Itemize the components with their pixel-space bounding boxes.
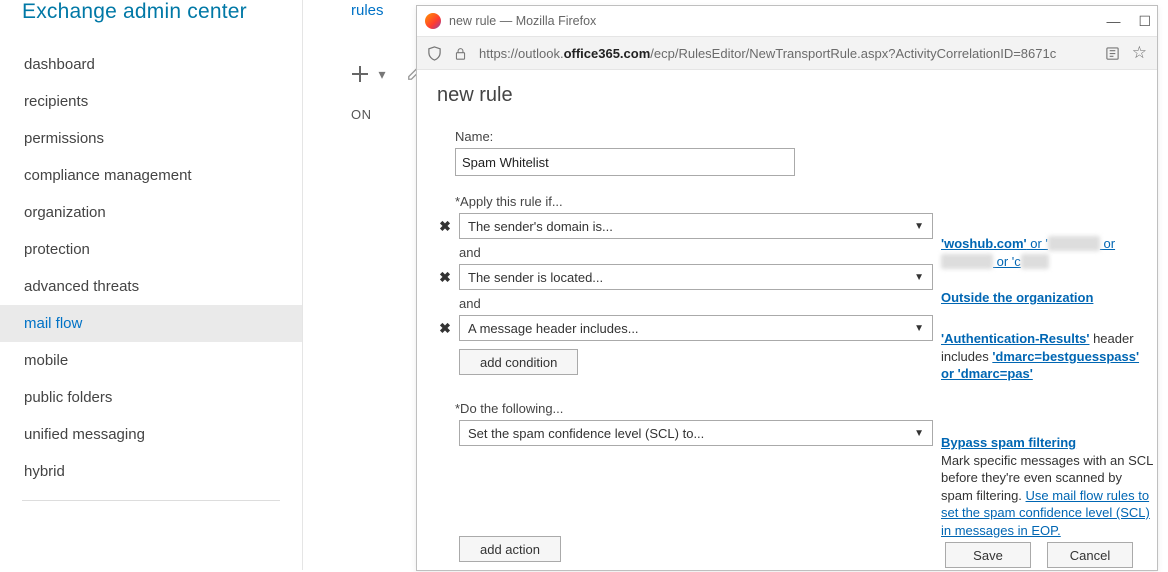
remove-condition-3[interactable]: ✖ [437, 320, 453, 337]
shield-icon [427, 46, 442, 61]
sidebar-item-organization[interactable]: organization [22, 194, 302, 231]
sidebar-item-permissions[interactable]: permissions [22, 120, 302, 157]
bypass-spam-link[interactable]: Bypass spam filtering [941, 435, 1076, 450]
chevron-down-icon[interactable]: ▾ [373, 65, 391, 83]
condition-3-dropdown[interactable]: A message header includes...▼ [459, 315, 933, 341]
address-bar[interactable]: https://outlook.office365.com/ecp/RulesE… [417, 36, 1157, 70]
add-icon[interactable] [351, 65, 369, 83]
remove-condition-2[interactable]: ✖ [437, 269, 453, 286]
sidebar-item-advanced-threats[interactable]: advanced threats [22, 268, 302, 305]
bookmark-star-icon[interactable]: ☆ [1132, 43, 1147, 63]
apply-if-label: *Apply this rule if... [455, 194, 1137, 209]
condition-2-value[interactable]: Outside the organization [941, 289, 1093, 307]
sidebar-item-public-folders[interactable]: public folders [22, 379, 302, 416]
url-text: https://outlook.office365.com/ecp/RulesE… [479, 46, 1093, 61]
chevron-down-icon: ▼ [914, 272, 924, 283]
eac-title: Exchange admin center [22, 0, 302, 24]
window-title: new rule — Mozilla Firefox [449, 14, 1106, 28]
sidebar-item-recipients[interactable]: recipients [22, 83, 302, 120]
window-minimize[interactable]: — [1106, 13, 1120, 30]
rule-name-input[interactable] [455, 148, 795, 176]
action-1-description: Bypass spam filtering Mark specific mess… [941, 434, 1153, 539]
action-1-dropdown[interactable]: Set the spam confidence level (SCL) to..… [459, 420, 933, 446]
condition-3-value[interactable]: 'Authentication-Results' header includes… [941, 330, 1153, 383]
condition-2-dropdown[interactable]: The sender is located...▼ [459, 264, 933, 290]
window-titlebar: new rule — Mozilla Firefox — ☐ [417, 6, 1157, 36]
sidebar-item-mobile[interactable]: mobile [22, 342, 302, 379]
nav-separator [22, 500, 280, 501]
chevron-down-icon: ▼ [914, 323, 924, 334]
sidebar-item-protection[interactable]: protection [22, 231, 302, 268]
sidebar-item-mail-flow[interactable]: mail flow [0, 305, 302, 342]
eac-sidebar: Exchange admin center dashboardrecipient… [0, 0, 303, 570]
lock-icon [454, 46, 467, 61]
sidebar-item-compliance-management[interactable]: compliance management [22, 157, 302, 194]
add-condition-button[interactable]: add condition [459, 349, 578, 375]
firefox-window: new rule — Mozilla Firefox — ☐ https://o… [416, 5, 1158, 571]
save-button[interactable]: Save [945, 542, 1031, 568]
chevron-down-icon: ▼ [914, 428, 924, 439]
sidebar-item-unified-messaging[interactable]: unified messaging [22, 416, 302, 453]
add-action-button[interactable]: add action [459, 536, 561, 562]
do-following-label: *Do the following... [455, 401, 1137, 416]
sidebar-item-dashboard[interactable]: dashboard [22, 46, 302, 83]
reader-icon[interactable] [1105, 46, 1120, 61]
dialog-heading: new rule [437, 84, 1137, 107]
cancel-button[interactable]: Cancel [1047, 542, 1133, 568]
remove-condition-1[interactable]: ✖ [437, 218, 453, 235]
condition-1-dropdown[interactable]: The sender's domain is...▼ [459, 213, 933, 239]
window-maximize[interactable]: ☐ [1138, 13, 1151, 30]
firefox-icon [425, 13, 441, 29]
chevron-down-icon: ▼ [914, 221, 924, 232]
sidebar-item-hybrid[interactable]: hybrid [22, 453, 302, 490]
name-label: Name: [455, 129, 1137, 144]
condition-1-value[interactable]: 'woshub.com' or 'xxxxxxxx or xxxxxxxx or… [941, 235, 1115, 270]
